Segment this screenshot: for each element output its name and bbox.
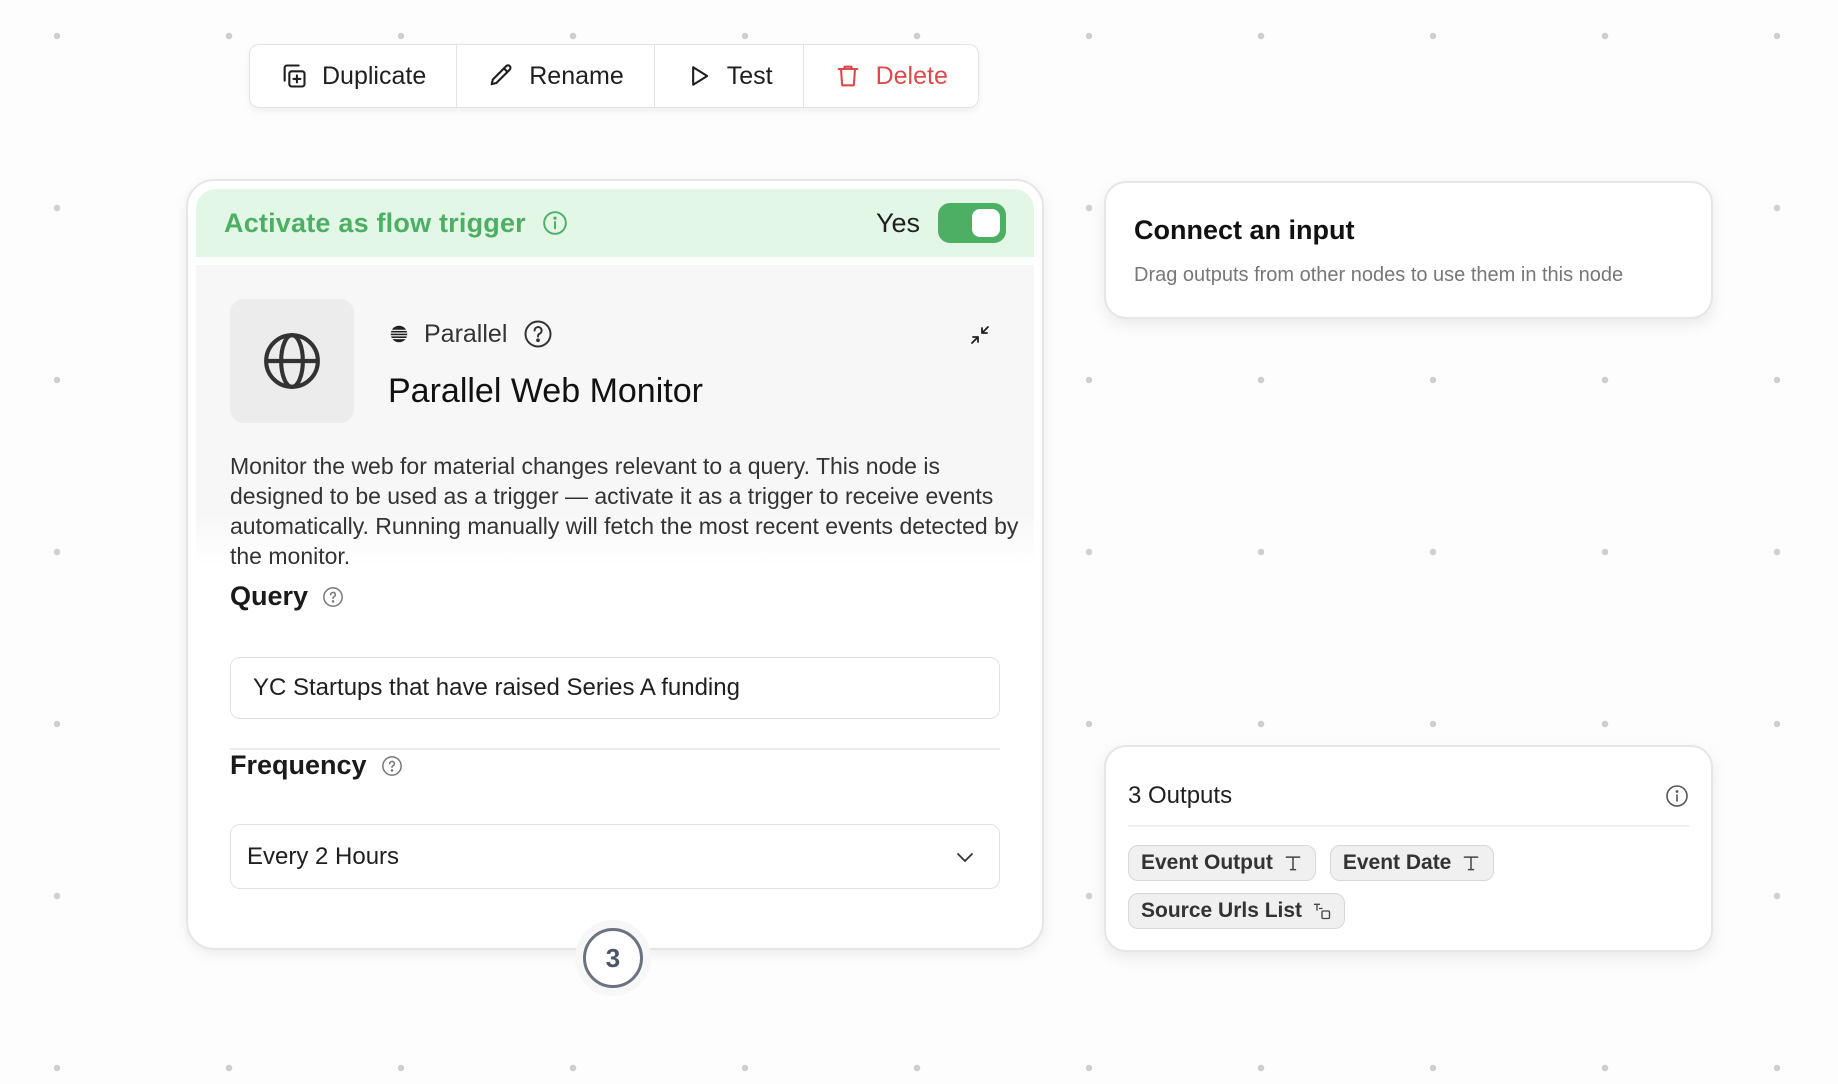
outputs-title: 3 Outputs: [1128, 782, 1233, 809]
duplicate-icon: [280, 62, 308, 90]
help-icon[interactable]: [521, 319, 553, 349]
delete-label: Delete: [875, 61, 948, 90]
rename-button[interactable]: Rename: [457, 45, 655, 107]
frequency-select[interactable]: Every 2 Hours: [230, 824, 1000, 889]
outputs-info-icon[interactable]: [1665, 784, 1689, 808]
pencil-icon: [487, 62, 515, 90]
connect-input-subtitle: Drag outputs from other nodes to use the…: [1134, 264, 1624, 286]
web-monitor-node[interactable]: Activate as flow trigger Yes Parallel Pa…: [186, 179, 1044, 950]
outputs-header: 3 Outputs: [1128, 767, 1689, 827]
query-label: Query: [230, 581, 309, 611]
toggle-knob: [972, 209, 1000, 237]
query-help-icon[interactable]: [322, 586, 344, 608]
trigger-label: Activate as flow trigger: [224, 207, 526, 238]
globe-icon: [261, 330, 323, 392]
frequency-value: Every 2 Hours: [247, 842, 400, 870]
info-icon[interactable]: [526, 210, 568, 236]
play-icon: [685, 62, 713, 90]
query-label-row: Query: [230, 581, 344, 612]
provider-name: Parallel: [424, 319, 508, 348]
test-button[interactable]: Test: [655, 45, 804, 107]
flow-trigger-bar: Activate as flow trigger Yes: [196, 189, 1034, 257]
rename-label: Rename: [529, 61, 624, 90]
output-chip-label: Source Urls List: [1141, 899, 1303, 922]
trash-icon: [834, 62, 862, 90]
trigger-toggle-group: Yes: [876, 203, 1006, 243]
step-badge: 3: [575, 920, 651, 996]
outputs-card: 3 Outputs Event Output Event Date Source…: [1104, 745, 1713, 952]
output-chip-label: Event Date: [1342, 851, 1452, 874]
collapse-icon[interactable]: [968, 323, 992, 347]
test-label: Test: [726, 61, 773, 90]
connect-input-card[interactable]: Connect an input Drag outputs from other…: [1104, 181, 1713, 319]
query-value: YC Startups that have raised Series A fu…: [253, 674, 740, 701]
query-input[interactable]: YC Startups that have raised Series A fu…: [230, 657, 1000, 719]
trigger-state-label: Yes: [875, 207, 920, 238]
node-description: Monitor the web for material changes rel…: [230, 453, 1019, 569]
trigger-toggle[interactable]: [938, 203, 1006, 243]
duplicate-label: Duplicate: [322, 61, 427, 90]
step-number: 3: [583, 928, 643, 988]
provider-row: Parallel: [388, 319, 553, 349]
text-type-icon: [1283, 853, 1303, 873]
node-title: Parallel Web Monitor: [388, 372, 703, 410]
duplicate-button[interactable]: Duplicate: [250, 45, 458, 107]
output-chip-event-output[interactable]: Event Output: [1128, 845, 1316, 881]
output-chip-event-date[interactable]: Event Date: [1329, 845, 1495, 881]
frequency-label: Frequency: [230, 750, 367, 780]
parallel-logo-icon: [388, 323, 410, 345]
list-type-icon: [1312, 901, 1332, 921]
node-toolbar: Duplicate Rename Test Delete: [249, 44, 979, 108]
output-chip-source-urls-list[interactable]: Source Urls List: [1128, 893, 1346, 929]
node-body: Parallel Parallel Web Monitor Monitor th…: [196, 265, 1034, 940]
frequency-label-row-content: Frequency: [230, 750, 403, 781]
output-chip-label: Event Output: [1141, 851, 1273, 874]
chevron-down-icon: [953, 845, 977, 869]
text-type-icon: [1461, 853, 1481, 873]
connect-input-title: Connect an input: [1134, 215, 1355, 245]
delete-button[interactable]: Delete: [804, 45, 978, 107]
node-icon-box: [230, 299, 354, 423]
frequency-help-icon[interactable]: [381, 755, 403, 777]
output-chips: Event Output Event Date Source Urls List: [1128, 845, 1688, 929]
